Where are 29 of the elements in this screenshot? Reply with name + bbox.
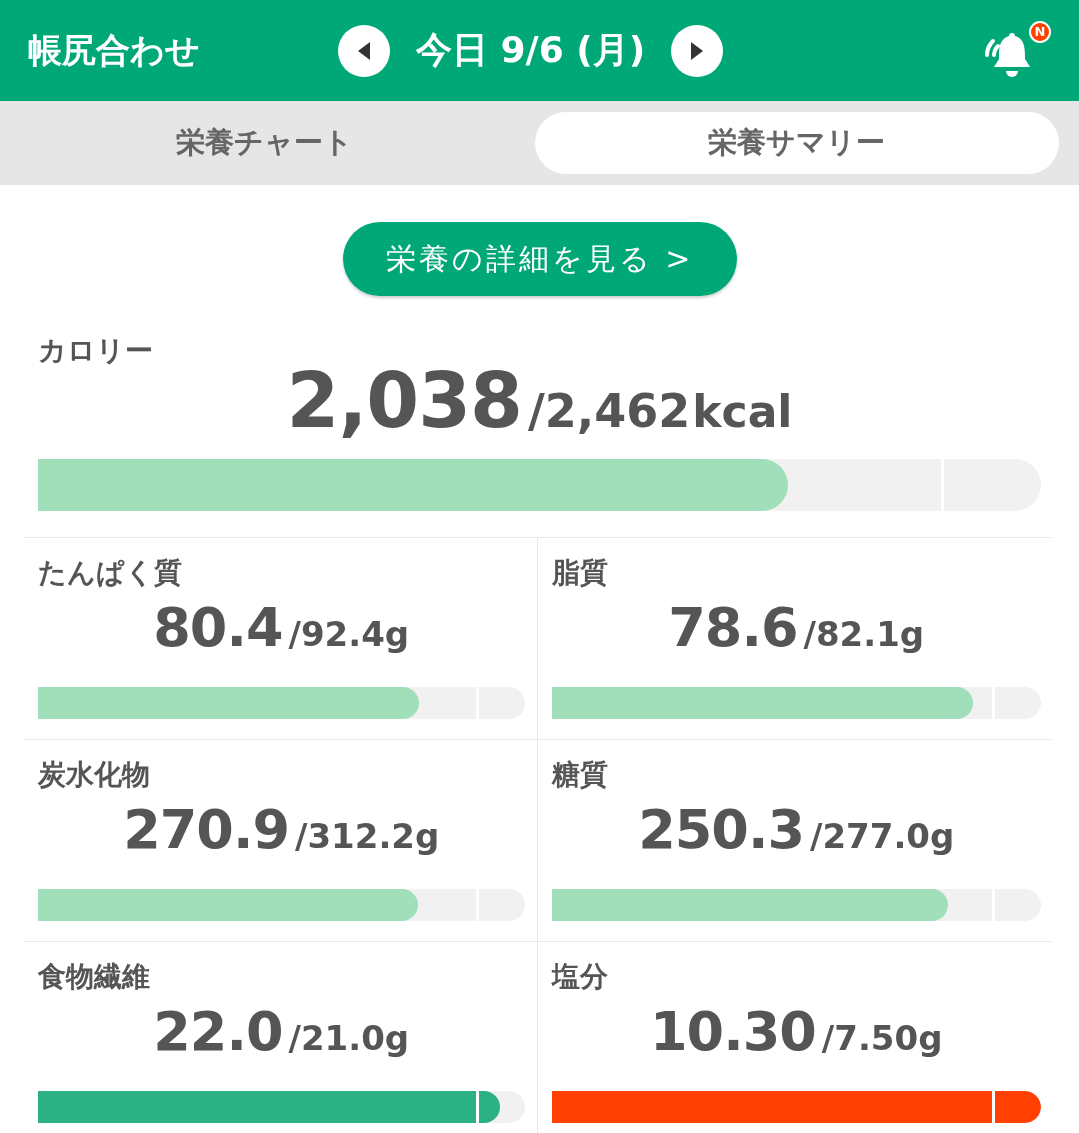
nutrition-details-button[interactable]: 栄養の詳細を見る > [342,222,737,296]
intake-value: 10.30 [650,1000,816,1063]
previous-day-button[interactable] [338,24,390,77]
nutrient-label: 糖質 [551,757,609,793]
intake-value: 270.9 [123,798,289,861]
nutrient-label: カロリー [38,333,154,369]
unit-label: kcal [692,386,793,437]
nutrient-label: 食物繊維 [38,959,151,995]
nutrient-label: 塩分 [551,959,609,995]
tab[interactable]: 栄養チャート [2,112,527,174]
target-value: /82.1g [803,614,925,654]
target-value: /92.4g [288,614,410,654]
intake-value: 78.6 [668,596,798,659]
intake-value: 250.3 [638,798,804,861]
target-value: /2,462 [528,384,691,438]
tab[interactable]: 栄養サマリー [534,112,1059,174]
target-value: /21.0g [288,1018,410,1058]
target-value: /277.0g [810,816,955,856]
intake-value: 80.4 [153,596,283,659]
nutrient-label: 炭水化物 [38,757,151,793]
app-title: 帳尻合わせ [28,28,201,72]
current-date: 今日 9/6 (月) [416,28,646,72]
notification-badge: N [1029,20,1051,43]
nutrient-label: 脂質 [551,555,609,591]
intake-value: 2,038 [286,356,522,445]
nutrient-label: たんぱく質 [38,555,183,591]
target-value: /7.50g [821,1018,943,1058]
target-value: /312.2g [295,816,440,856]
intake-value: 22.0 [153,1000,283,1063]
